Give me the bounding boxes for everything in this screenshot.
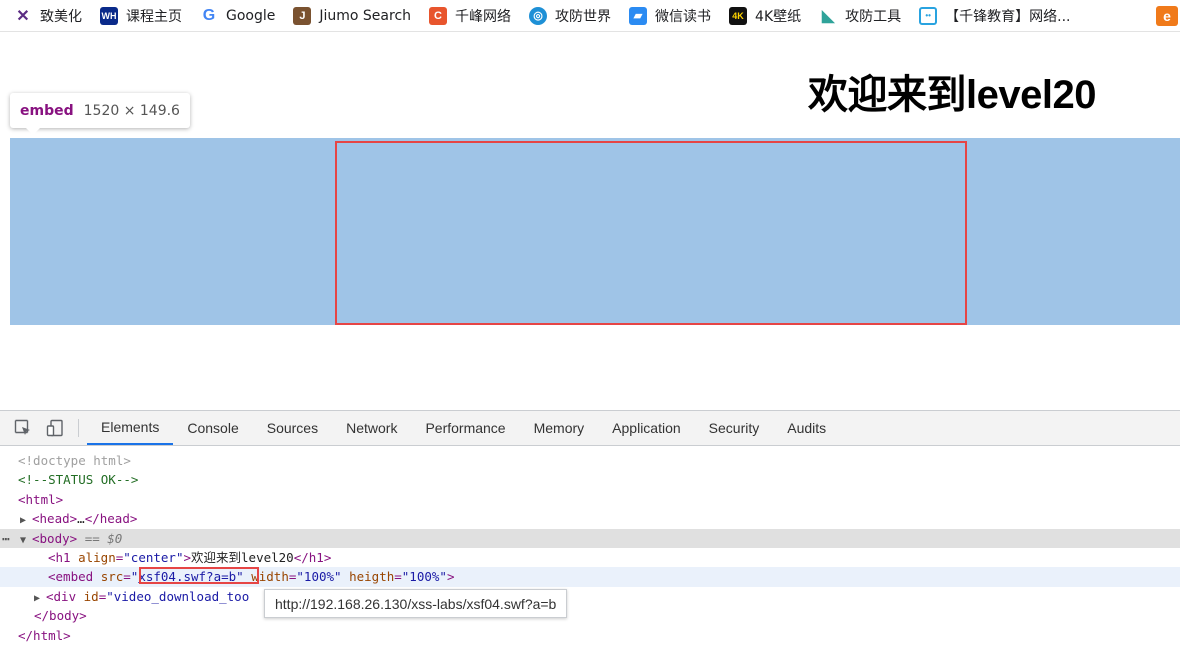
dom-div-val: "video_download_too — [106, 588, 250, 604]
bookmark-label: 致美化 — [40, 8, 82, 25]
bookmark-label: Google — [226, 7, 276, 24]
dom-embed-heigth-attr: heigth — [349, 569, 395, 585]
dom-head-line[interactable]: ▶ <head>…</head> — [0, 509, 1180, 528]
bookmark-label: Jiumo Search — [319, 7, 412, 24]
j-icon: J — [293, 6, 312, 25]
x-icon: ✕ — [16, 7, 30, 25]
bookmark-label: 攻防工具 — [845, 8, 902, 25]
bookmark-label: 千峰网络 — [455, 8, 512, 25]
dom-body-line[interactable]: ⋯ ▼ <body> == $0 — [0, 528, 1180, 548]
wh-icon: WH — [100, 6, 118, 25]
dom-doctype-line[interactable]: <!doctype html> — [0, 451, 1180, 470]
dom-h1-attr: align — [78, 549, 116, 565]
dom-embed-open: <embed — [48, 569, 94, 585]
dom-body-close: </body> — [34, 608, 87, 624]
bookmark-gongfang-world[interactable]: ◎ 攻防世界 — [529, 6, 611, 26]
bookmark-weread[interactable]: ▰ 微信读书 — [629, 6, 711, 26]
more-actions-icon[interactable]: ⋯ — [2, 529, 10, 548]
4k-icon: 4K — [729, 6, 748, 25]
tab-network[interactable]: Network — [332, 411, 411, 445]
e-icon[interactable]: e — [1156, 6, 1178, 26]
dom-h1-open: <h1 — [48, 549, 71, 565]
dom-embed-width-val: "100%" — [296, 569, 342, 585]
google-icon: G — [202, 6, 216, 24]
bookmark-gongfang-tools[interactable]: ◣ 攻防工具 — [819, 6, 901, 26]
book-icon: ▰ — [629, 6, 648, 25]
bookmark-google[interactable]: G Google — [200, 6, 276, 25]
bookmark-zhimeihua[interactable]: ✕ 致美化 — [14, 6, 82, 26]
device-toolbar-button[interactable] — [42, 411, 68, 445]
dom-head-open: <head> — [32, 511, 78, 527]
dom-embed-heigth-val: "100%" — [401, 569, 447, 585]
dom-doctype: <!doctype html> — [18, 453, 131, 468]
inspect-dimensions: 1520 × 149.6 — [83, 102, 180, 119]
dom-html-close: </html> — [18, 627, 71, 643]
bookmark-label: 4K壁纸 — [755, 8, 802, 25]
dom-head-ellipsis: … — [77, 511, 85, 527]
dom-h1-text: 欢迎来到level20 — [191, 549, 294, 565]
inspect-tooltip: embed 1520 × 149.6 — [10, 93, 190, 135]
tab-memory[interactable]: Memory — [520, 411, 599, 445]
dom-head-close: </head> — [84, 511, 138, 527]
bookmarks-bar: ✕ 致美化 WH 课程主页 G Google J Jiumo Search C … — [0, 0, 1180, 32]
dom-h1-val: "center" — [123, 549, 184, 565]
page-title: 欢迎来到level20 — [808, 73, 1096, 117]
tab-audits[interactable]: Audits — [773, 411, 840, 445]
bookmark-qianfeng[interactable]: C 千峰网络 — [429, 6, 511, 26]
dom-div-line[interactable]: ▶ <div id="video_download_too — [0, 587, 1180, 606]
tab-application[interactable]: Application — [598, 411, 695, 445]
bookmark-label: 【千锋教育】网络... — [945, 8, 1071, 25]
bookmark-qianfeng-edu[interactable]: •• 【千锋教育】网络... — [919, 6, 1070, 26]
bookmark-label: 攻防世界 — [555, 8, 612, 25]
dom-comment-line[interactable]: <!--STATUS OK--> — [0, 470, 1180, 489]
src-annotation-box — [139, 567, 259, 584]
bookmark-label: 课程主页 — [126, 8, 182, 25]
dom-body-open: <body> — [32, 530, 78, 546]
toolbar-divider — [78, 419, 79, 437]
dom-selected-marker: == $0 — [84, 530, 123, 546]
dom-h1-line[interactable]: <h1 align="center">欢迎来到level20</h1> — [0, 548, 1180, 567]
tab-sources[interactable]: Sources — [253, 411, 332, 445]
tab-elements[interactable]: Elements — [87, 411, 174, 445]
dom-html-line[interactable]: <html> — [0, 490, 1180, 509]
inspect-element-button[interactable] — [10, 411, 36, 445]
tab-security[interactable]: Security — [695, 411, 774, 445]
inspect-tag-name: embed — [20, 102, 74, 119]
dom-html-close-line[interactable]: </html> — [0, 626, 1180, 645]
dom-embed-src-attr: src — [100, 569, 124, 585]
bookmark-4k-wallpaper[interactable]: 4K 4K壁纸 — [729, 6, 801, 26]
bookmark-course-home[interactable]: WH 课程主页 — [100, 6, 182, 26]
c-icon: C — [429, 6, 448, 25]
url-tooltip: http://192.168.26.130/xss-labs/xsf04.swf… — [264, 589, 568, 618]
bookmark-jiumo-search[interactable]: J Jiumo Search — [293, 6, 412, 25]
dom-div-attr: id — [83, 588, 99, 604]
dom-comment: <!--STATUS OK--> — [18, 472, 139, 488]
dom-div-open: <div — [46, 588, 77, 604]
devtools-toolbar: Elements Console Sources Network Perform… — [0, 411, 1180, 446]
dom-body-close-line[interactable]: </body> — [0, 606, 1180, 625]
bookmark-label: 微信读书 — [655, 8, 712, 25]
tab-console[interactable]: Console — [173, 411, 252, 445]
devtools-panel: Elements Console Sources Network Perform… — [0, 410, 1180, 652]
dom-html-open: <html> — [18, 491, 64, 507]
device-mode-icon — [46, 419, 63, 437]
tab-performance[interactable]: Performance — [411, 411, 519, 445]
shield-icon: ◣ — [821, 7, 835, 25]
select-element-icon — [14, 419, 30, 435]
globe-icon: ◎ — [529, 6, 548, 25]
embed-annotation-box — [335, 141, 967, 325]
tv-icon: •• — [919, 6, 938, 25]
dom-h1-close: </h1> — [293, 549, 332, 565]
dom-tree: <!doctype html> <!--STATUS OK--> <html> … — [0, 446, 1180, 645]
